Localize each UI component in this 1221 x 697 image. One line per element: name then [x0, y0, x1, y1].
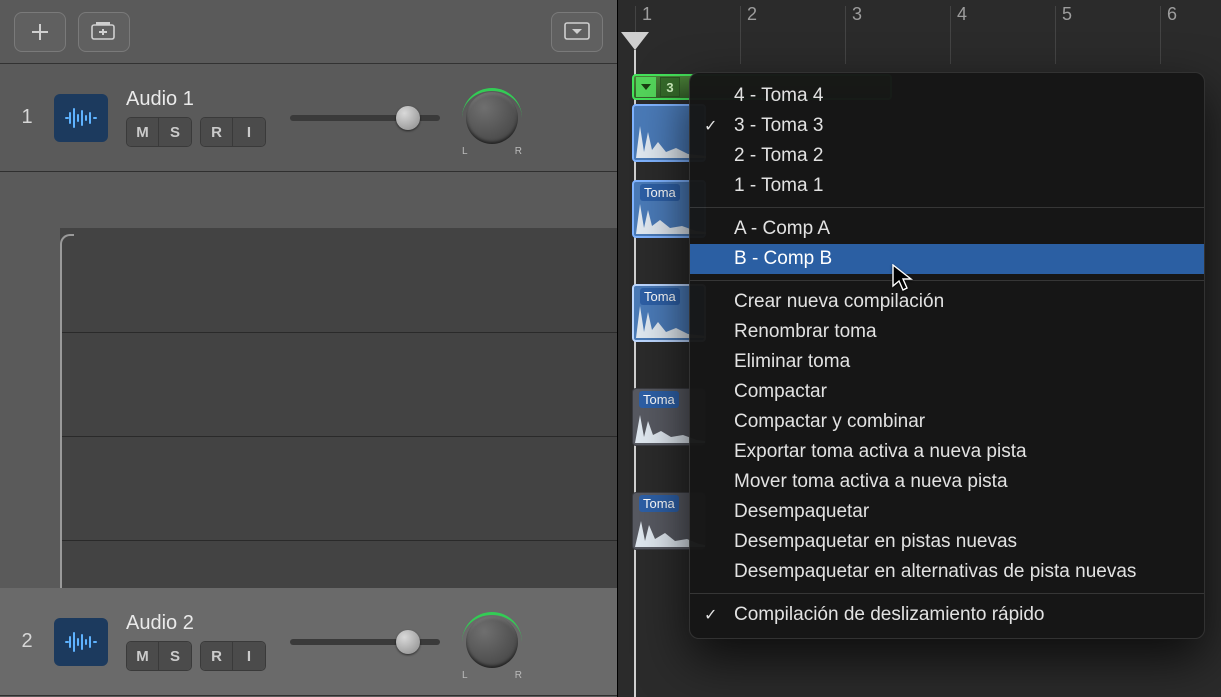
add-track-icon: [91, 22, 117, 42]
app-root: 1 Audio 1 M S R I: [0, 0, 1221, 697]
menu-item-quick-swipe-comping[interactable]: ✓Compilación de deslizamiento rápido: [690, 600, 1204, 630]
pan-knob[interactable]: LR: [466, 92, 518, 144]
menu-item-rename-take[interactable]: Renombrar toma: [690, 317, 1204, 347]
menu-item-take-2[interactable]: 2 - Toma 2: [690, 141, 1204, 171]
ruler-grid: 1 2 3 4 5 6: [618, 0, 1221, 64]
toolbar: [0, 0, 617, 64]
dropdown-icon: [564, 22, 590, 42]
playhead-icon[interactable]: [621, 32, 649, 50]
track-view-menu-button[interactable]: [551, 12, 603, 52]
track-number: 2: [0, 630, 54, 653]
menu-item-move-active-take[interactable]: Mover toma activa a nueva pista: [690, 467, 1204, 497]
pan-left-label: L: [462, 146, 468, 157]
track-icon-audio[interactable]: [54, 94, 108, 142]
menu-separator: [690, 207, 1204, 208]
bar-number: 1: [642, 4, 652, 25]
track-list: 1 Audio 1 M S R I: [0, 64, 617, 697]
take-label: Toma: [639, 495, 679, 512]
mute-button[interactable]: M: [127, 118, 159, 146]
volume-slider[interactable]: [290, 639, 440, 645]
add-track-stack-button[interactable]: [78, 12, 130, 52]
track-name[interactable]: Audio 2: [126, 612, 266, 635]
record-input-group: R I: [200, 641, 266, 671]
take-folder-bracket: [60, 234, 74, 644]
record-input-group: R I: [200, 117, 266, 147]
add-button[interactable]: [14, 12, 66, 52]
mute-solo-group: M S: [126, 641, 192, 671]
track-header-2[interactable]: 2 Audio 2 M S R I: [0, 588, 617, 696]
take-lanes-area: [60, 228, 618, 648]
menu-item-unpack-new-tracks[interactable]: Desempaquetar en pistas nuevas: [690, 527, 1204, 557]
mute-solo-group: M S: [126, 117, 192, 147]
bar-number: 5: [1062, 4, 1072, 25]
pan-knob[interactable]: LR: [466, 616, 518, 668]
menu-item-comp-b[interactable]: B - Comp B: [690, 244, 1204, 274]
record-enable-button[interactable]: R: [201, 118, 233, 146]
menu-item-new-comp[interactable]: Crear nueva compilación: [690, 287, 1204, 317]
bar-number: 4: [957, 4, 967, 25]
take-folder-context-menu[interactable]: 4 - Toma 4 ✓3 - Toma 3 2 - Toma 2 1 - To…: [689, 72, 1205, 639]
record-enable-button[interactable]: R: [201, 642, 233, 670]
check-icon: ✓: [704, 116, 717, 136]
pan-right-label: R: [515, 670, 522, 681]
menu-item-flatten[interactable]: Compactar: [690, 377, 1204, 407]
track-number: 1: [0, 106, 54, 129]
pan-left-label: L: [462, 670, 468, 681]
track-header-1[interactable]: 1 Audio 1 M S R I: [0, 64, 617, 172]
menu-separator: [690, 593, 1204, 594]
menu-item-take-3[interactable]: ✓3 - Toma 3: [690, 111, 1204, 141]
input-monitor-button[interactable]: I: [233, 642, 265, 670]
pan-right-label: R: [515, 146, 522, 157]
solo-button[interactable]: S: [159, 118, 191, 146]
solo-button[interactable]: S: [159, 642, 191, 670]
track-icon-audio[interactable]: [54, 618, 108, 666]
menu-item-export-active-take[interactable]: Exportar toma activa a nueva pista: [690, 437, 1204, 467]
menu-item-take-4[interactable]: 4 - Toma 4: [690, 81, 1204, 111]
bar-number: 6: [1167, 4, 1177, 25]
waveform-icon: [64, 631, 98, 653]
track-header-panel: 1 Audio 1 M S R I: [0, 0, 618, 697]
check-icon: ✓: [704, 605, 717, 625]
waveform-icon: [64, 107, 98, 129]
take-label: Toma: [639, 391, 679, 408]
plus-icon: [30, 22, 50, 42]
bar-number: 3: [852, 4, 862, 25]
mute-button[interactable]: M: [127, 642, 159, 670]
track-name[interactable]: Audio 1: [126, 88, 266, 111]
menu-item-delete-take[interactable]: Eliminar toma: [690, 347, 1204, 377]
menu-item-comp-a[interactable]: A - Comp A: [690, 214, 1204, 244]
timeline-ruler[interactable]: 1 2 3 4 5 6: [618, 0, 1221, 64]
menu-item-unpack[interactable]: Desempaquetar: [690, 497, 1204, 527]
input-monitor-button[interactable]: I: [233, 118, 265, 146]
take-folder-disclosure[interactable]: [636, 77, 656, 97]
volume-slider[interactable]: [290, 115, 440, 121]
menu-separator: [690, 280, 1204, 281]
bar-number: 2: [747, 4, 757, 25]
menu-item-unpack-alt-tracks[interactable]: Desempaquetar en alternativas de pista n…: [690, 557, 1204, 587]
menu-item-take-1[interactable]: 1 - Toma 1: [690, 171, 1204, 201]
menu-item-flatten-merge[interactable]: Compactar y combinar: [690, 407, 1204, 437]
chevron-down-icon: [639, 80, 653, 94]
comp-take-number[interactable]: 3: [660, 77, 680, 97]
